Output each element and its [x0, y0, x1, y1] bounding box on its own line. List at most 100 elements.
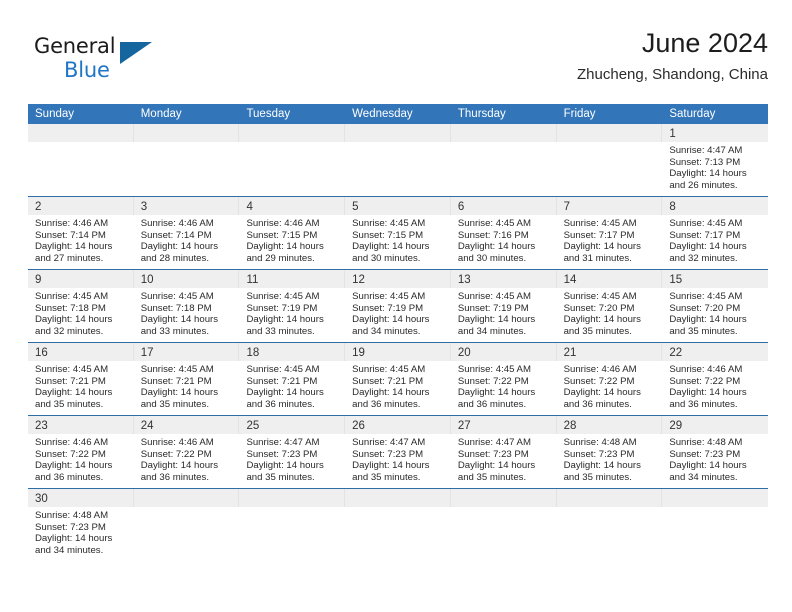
day-number-band — [133, 124, 240, 142]
day-details: Sunrise: 4:48 AM Sunset: 7:23 PM Daylight:… — [557, 434, 663, 483]
day-cell[interactable]: 28 Sunrise: 4:48 AM Sunset: 7:23 PM Dayligh… — [556, 416, 663, 488]
day-details: Sunrise: 4:45 AM Sunset: 7:19 PM Daylight:… — [239, 288, 345, 337]
day-cell[interactable]: 10 Sunrise: 4:45 AM Sunset: 7:18 PM Dayligh… — [133, 270, 240, 342]
daylight-line-1: Daylight: 14 hours — [457, 460, 536, 472]
day-cell[interactable]: 26 Sunrise: 4:47 AM Sunset: 7:23 PM Dayligh… — [345, 416, 451, 488]
day-cell[interactable]: 8 Sunrise: 4:45 AM Sunset: 7:17 PM Daylight… — [662, 197, 769, 269]
day-number: 6 — [457, 201, 465, 213]
day-number: 7 — [563, 201, 570, 213]
day-number-band — [450, 124, 557, 142]
daylight-line-2: and 34 minutes. — [669, 471, 738, 483]
day-cell[interactable]: 7 Sunrise: 4:45 AM Sunset: 7:17 PM Daylight… — [556, 197, 663, 269]
day-cell[interactable]: 18 Sunrise: 4:45 AM Sunset: 7:21 PM Dayligh… — [239, 343, 346, 415]
day-details: Sunrise: 4:48 AM Sunset: 7:23 PM Daylight:… — [28, 507, 134, 556]
day-cell[interactable]: 11 Sunrise: 4:45 AM Sunset: 7:19 PM Dayligh… — [239, 270, 346, 342]
day-cell[interactable] — [239, 124, 346, 196]
day-details — [451, 142, 557, 145]
weekday-header-wednesday: Wednesday — [352, 108, 413, 120]
day-cell[interactable]: 12 Sunrise: 4:45 AM Sunset: 7:19 PM Dayligh… — [345, 270, 451, 342]
day-number-band: 6 — [450, 197, 557, 215]
logo-text-general: General — [34, 34, 116, 58]
sunrise-line: Sunrise: 4:46 AM — [140, 218, 214, 229]
sunset-line: Sunset: 7:23 PM — [457, 448, 529, 460]
day-details — [28, 142, 134, 145]
day-details: Sunrise: 4:45 AM Sunset: 7:18 PM Daylight:… — [134, 288, 240, 337]
sunrise-line: Sunrise: 4:46 AM — [246, 218, 320, 229]
day-cell[interactable]: 27 Sunrise: 4:47 AM Sunset: 7:23 PM Dayligh… — [450, 416, 557, 488]
day-cell[interactable] — [133, 124, 240, 196]
day-cell[interactable]: 2 Sunrise: 4:46 AM Sunset: 7:14 PM Daylight… — [28, 197, 134, 269]
sunrise-line: Sunrise: 4:46 AM — [669, 364, 743, 375]
day-cell[interactable]: 4 Sunrise: 4:46 AM Sunset: 7:15 PM Daylight… — [239, 197, 346, 269]
day-details — [239, 142, 345, 145]
day-cell[interactable]: 22 Sunrise: 4:46 AM Sunset: 7:22 PM Dayligh… — [662, 343, 769, 415]
weekday-header-thursday: Thursday — [457, 108, 506, 120]
day-cell[interactable]: 21 Sunrise: 4:46 AM Sunset: 7:22 PM Dayligh… — [556, 343, 663, 415]
week-row: 30 Sunrise: 4:48 AM Sunset: 7:23 PM Dayligh… — [28, 488, 769, 561]
sunset-line: Sunset: 7:21 PM — [35, 375, 106, 387]
day-cell[interactable]: 15 Sunrise: 4:45 AM Sunset: 7:20 PM Dayligh… — [662, 270, 769, 342]
day-cell[interactable] — [133, 489, 240, 561]
daylight-line-2: and 29 minutes. — [246, 252, 315, 264]
daylight-line-2: and 36 minutes. — [669, 398, 738, 410]
daylight-line-2: and 27 minutes. — [35, 252, 104, 264]
day-cell[interactable]: 16 Sunrise: 4:45 AM Sunset: 7:21 PM Dayligh… — [28, 343, 134, 415]
day-number-band: 30 — [28, 489, 134, 507]
day-number-band: 17 — [133, 343, 240, 361]
day-number: 27 — [457, 420, 471, 432]
day-cell[interactable] — [28, 124, 134, 196]
day-cell[interactable] — [450, 489, 557, 561]
day-cell[interactable]: 30 Sunrise: 4:48 AM Sunset: 7:23 PM Dayligh… — [28, 489, 134, 561]
daylight-line-2: and 35 minutes. — [35, 398, 104, 410]
day-cell[interactable]: 9 Sunrise: 4:45 AM Sunset: 7:18 PM Daylight… — [28, 270, 134, 342]
day-cell[interactable]: 24 Sunrise: 4:46 AM Sunset: 7:22 PM Dayligh… — [133, 416, 240, 488]
day-cell[interactable]: 29 Sunrise: 4:48 AM Sunset: 7:23 PM Dayligh… — [662, 416, 769, 488]
day-cell[interactable]: 23 Sunrise: 4:46 AM Sunset: 7:22 PM Dayligh… — [28, 416, 134, 488]
day-cell[interactable]: 6 Sunrise: 4:45 AM Sunset: 7:16 PM Daylight… — [450, 197, 557, 269]
daylight-line-1: Daylight: 14 hours — [140, 241, 219, 253]
day-cell[interactable] — [662, 489, 769, 561]
general-blue-logo[interactable]: General Blue — [34, 34, 174, 88]
sunset-line: Sunset: 7:13 PM — [669, 156, 741, 168]
day-cell[interactable]: 19 Sunrise: 4:45 AM Sunset: 7:21 PM Dayligh… — [345, 343, 451, 415]
day-details: Sunrise: 4:47 AM Sunset: 7:23 PM Daylight:… — [345, 434, 451, 483]
day-cell[interactable]: 5 Sunrise: 4:45 AM Sunset: 7:15 PM Daylight… — [345, 197, 451, 269]
day-details: Sunrise: 4:46 AM Sunset: 7:22 PM Daylight:… — [134, 434, 240, 483]
sunset-line: Sunset: 7:20 PM — [563, 302, 635, 314]
day-number-band: 5 — [345, 197, 451, 215]
week-row: 1 Sunrise: 4:47 AM Sunset: 7:13 PM Daylight… — [28, 124, 769, 196]
weekday-header-row: Sunday Monday Tuesday Wednesday Thursday… — [28, 104, 768, 124]
daylight-line-2: and 33 minutes. — [246, 325, 315, 337]
day-cell[interactable] — [556, 124, 663, 196]
sunset-line: Sunset: 7:21 PM — [246, 375, 318, 387]
day-number-band: 21 — [556, 343, 663, 361]
daylight-line-2: and 30 minutes. — [352, 252, 421, 264]
sunset-line: Sunset: 7:23 PM — [669, 448, 741, 460]
day-details: Sunrise: 4:47 AM Sunset: 7:23 PM Daylight:… — [451, 434, 557, 483]
day-cell[interactable] — [556, 489, 663, 561]
sunrise-line: Sunrise: 4:45 AM — [246, 291, 320, 302]
day-details: Sunrise: 4:46 AM Sunset: 7:22 PM Daylight:… — [557, 361, 663, 410]
daylight-line-2: and 34 minutes. — [457, 325, 527, 337]
sunrise-line: Sunrise: 4:48 AM — [35, 510, 109, 521]
day-details: Sunrise: 4:45 AM Sunset: 7:19 PM Daylight:… — [345, 288, 451, 337]
sunrise-line: Sunrise: 4:45 AM — [457, 364, 531, 375]
day-number: 22 — [669, 347, 683, 359]
day-cell[interactable] — [345, 124, 451, 196]
daylight-line-2: and 36 minutes. — [352, 398, 421, 410]
day-number: 23 — [35, 420, 48, 432]
daylight-line-1: Daylight: 14 hours — [246, 460, 324, 472]
sunrise-line: Sunrise: 4:45 AM — [35, 364, 109, 375]
day-cell[interactable] — [450, 124, 557, 196]
day-cell[interactable]: 17 Sunrise: 4:45 AM Sunset: 7:21 PM Dayligh… — [133, 343, 240, 415]
day-cell[interactable] — [239, 489, 346, 561]
day-cell[interactable]: 20 Sunrise: 4:45 AM Sunset: 7:22 PM Dayligh… — [450, 343, 557, 415]
day-cell[interactable]: 25 Sunrise: 4:47 AM Sunset: 7:23 PM Dayligh… — [239, 416, 346, 488]
daylight-line-1: Daylight: 14 hours — [457, 314, 536, 326]
day-cell[interactable] — [345, 489, 451, 561]
day-cell[interactable]: 14 Sunrise: 4:45 AM Sunset: 7:20 PM Dayligh… — [556, 270, 663, 342]
day-cell[interactable]: 3 Sunrise: 4:46 AM Sunset: 7:14 PM Daylight… — [133, 197, 240, 269]
day-number: 8 — [669, 201, 676, 213]
day-cell[interactable]: 13 Sunrise: 4:45 AM Sunset: 7:19 PM Dayligh… — [450, 270, 557, 342]
day-cell[interactable]: 1 Sunrise: 4:47 AM Sunset: 7:13 PM Daylight… — [662, 124, 769, 196]
